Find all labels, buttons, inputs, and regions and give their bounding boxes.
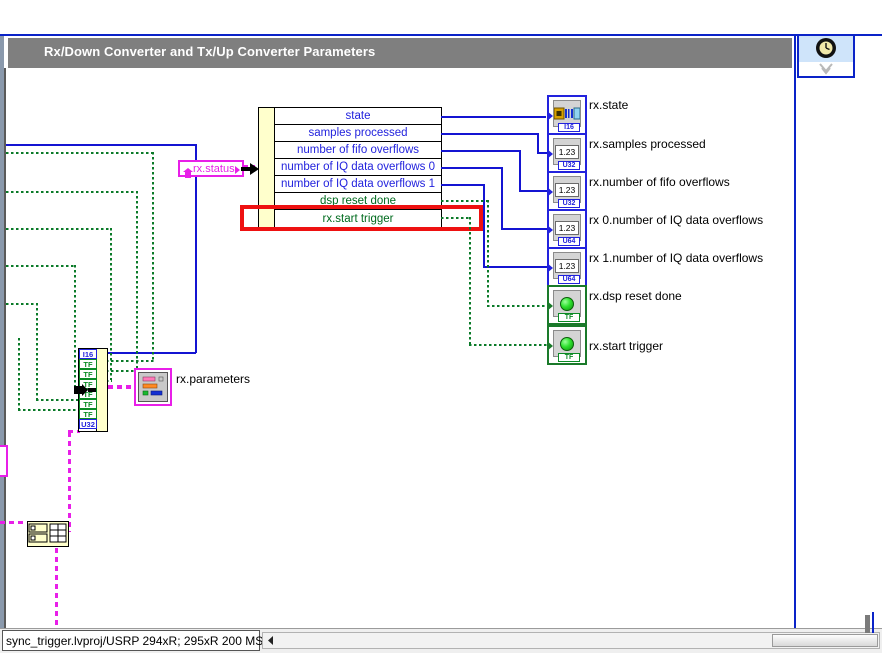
wire-boolean bbox=[487, 305, 549, 307]
indicator-rx-state[interactable]: I16 bbox=[547, 95, 587, 135]
wire-boolean bbox=[6, 191, 138, 193]
vertical-scrollbar-track[interactable] bbox=[872, 612, 874, 633]
wire-boolean bbox=[6, 265, 76, 267]
indicator-type-tag: TF bbox=[558, 353, 580, 362]
indicator-rx1-iq-overflows[interactable]: 1.23 U64 bbox=[547, 247, 587, 287]
wire-cluster bbox=[0, 521, 30, 524]
wire-boolean bbox=[6, 228, 112, 230]
wire-boolean bbox=[469, 344, 549, 346]
numeric-value: 1.23 bbox=[555, 259, 579, 273]
indicator-type-tag: TF bbox=[558, 313, 580, 322]
unbundle-row-state[interactable]: state bbox=[275, 108, 441, 125]
indicator-type-tag: U64 bbox=[558, 237, 580, 246]
wire-boolean bbox=[36, 399, 78, 401]
wire-boolean bbox=[6, 152, 154, 154]
indicator-type-tag: U32 bbox=[558, 161, 580, 170]
wire-boolean bbox=[18, 409, 78, 411]
wire-boolean bbox=[6, 303, 38, 305]
cluster-icon bbox=[138, 372, 168, 402]
window-top-divider bbox=[0, 34, 882, 36]
left-cluster-terminal[interactable] bbox=[0, 445, 8, 477]
page-title: Rx/Down Converter and Tx/Up Converter Pa… bbox=[44, 44, 744, 64]
indicator-rx0-iq-overflows[interactable]: 1.23 U64 bbox=[547, 209, 587, 249]
status-text-box: sync_trigger.lvproj/USRP 294xR; 295xR 20… bbox=[2, 630, 260, 651]
indicator-rx-samples-processed[interactable]: 1.23 U32 bbox=[547, 133, 587, 173]
clock-icon bbox=[814, 36, 838, 60]
unbundle-input-arrow bbox=[241, 162, 259, 174]
numeric-value: 1.23 bbox=[555, 183, 579, 197]
window-top-area bbox=[0, 0, 882, 34]
indicator-type-tag: U32 bbox=[558, 199, 580, 208]
wire-cluster bbox=[108, 385, 136, 389]
wire-numeric bbox=[483, 184, 485, 268]
bundle-type-u32: U32 bbox=[79, 419, 97, 429]
unbundle-row-iq-overflows-0[interactable]: number of IQ data overflows 0 bbox=[275, 159, 441, 176]
indicator-rx-fifo-overflows[interactable]: 1.23 U32 bbox=[547, 171, 587, 211]
bundle-type-tf: TF bbox=[79, 369, 97, 379]
wire-cluster bbox=[68, 432, 71, 532]
indicator-label-rx1-iq-overflows: rx 1.number of IQ data overflows bbox=[589, 251, 763, 265]
wire-boolean bbox=[487, 200, 489, 306]
wire-numeric bbox=[519, 190, 549, 192]
rx-status-terminal[interactable]: rx.status bbox=[178, 160, 244, 177]
unbundle-row-samples-processed[interactable]: samples processed bbox=[275, 125, 441, 142]
indicator-label-rx-fifo-overflows: rx.number of fifo overflows bbox=[589, 175, 730, 189]
wire-numeric bbox=[537, 133, 539, 154]
unbundle-row-iq-overflows-1[interactable]: number of IQ data overflows 1 bbox=[275, 176, 441, 193]
numeric-value: 1.23 bbox=[555, 221, 579, 235]
bundle-type-tf: TF bbox=[79, 399, 97, 409]
boolean-led bbox=[560, 297, 574, 311]
bundle-output-arrow bbox=[74, 383, 96, 395]
bundle-type-i16: I16 bbox=[79, 349, 97, 359]
wire-numeric bbox=[441, 133, 539, 135]
wire-boolean bbox=[441, 217, 471, 219]
wire-boolean bbox=[152, 152, 154, 360]
wire-numeric bbox=[441, 167, 503, 169]
indicator-label-rx0-iq-overflows: rx 0.number of IQ data overflows bbox=[589, 213, 763, 227]
wire-numeric bbox=[441, 150, 521, 152]
bundle-type-tf: TF bbox=[79, 409, 97, 419]
wire-numeric bbox=[501, 167, 503, 230]
wire-numeric bbox=[501, 228, 549, 230]
home-icon bbox=[183, 165, 193, 175]
rx-parameters-label: rx.parameters bbox=[176, 372, 250, 386]
block-diagram-window: Rx/Down Converter and Tx/Up Converter Pa… bbox=[0, 0, 882, 653]
wire-numeric bbox=[6, 144, 196, 146]
indicator-rx-start-trigger[interactable]: TF bbox=[547, 325, 587, 365]
horizontal-scrollbar-thumb[interactable] bbox=[772, 634, 878, 647]
vertical-scrollbar-nub[interactable] bbox=[865, 615, 870, 633]
wire-boolean bbox=[74, 265, 76, 390]
bundle-by-name-node-2[interactable] bbox=[27, 521, 69, 547]
chevron-down-icon bbox=[817, 62, 835, 76]
wire-numeric bbox=[483, 266, 549, 268]
wire-numeric bbox=[441, 116, 546, 118]
wire-boolean bbox=[136, 191, 138, 370]
indicator-label-rx-dsp-reset-done: rx.dsp reset done bbox=[589, 289, 682, 303]
wire-boolean bbox=[441, 200, 489, 202]
bundle-type-tf: TF bbox=[79, 359, 97, 369]
unbundle-row-fifo-overflows[interactable]: number of fifo overflows bbox=[275, 142, 441, 159]
scroll-left-icon[interactable] bbox=[264, 634, 277, 647]
boolean-led bbox=[560, 337, 574, 351]
indicator-label-rx-state: rx.state bbox=[589, 98, 628, 112]
rx-status-output-arrow bbox=[235, 166, 240, 174]
status-bar-text: sync_trigger.lvproj/USRP 294xR; 295xR 20… bbox=[3, 634, 276, 648]
indicator-rx-dsp-reset-done[interactable]: TF bbox=[547, 285, 587, 325]
indicator-label-rx-samples-processed: rx.samples processed bbox=[589, 137, 706, 151]
indicator-label-rx-start-trigger: rx.start trigger bbox=[589, 339, 663, 353]
wire-boolean bbox=[18, 338, 20, 410]
wire-boolean bbox=[110, 228, 112, 380]
wire-boolean bbox=[36, 303, 38, 400]
right-panel bbox=[796, 36, 882, 634]
wire-numeric bbox=[441, 184, 485, 186]
indicator-type-tag: I16 bbox=[558, 123, 580, 132]
wire-boolean bbox=[469, 217, 471, 345]
numeric-value: 1.23 bbox=[555, 145, 579, 159]
wire-numeric bbox=[519, 150, 521, 192]
indicator-type-tag: U64 bbox=[558, 275, 580, 284]
